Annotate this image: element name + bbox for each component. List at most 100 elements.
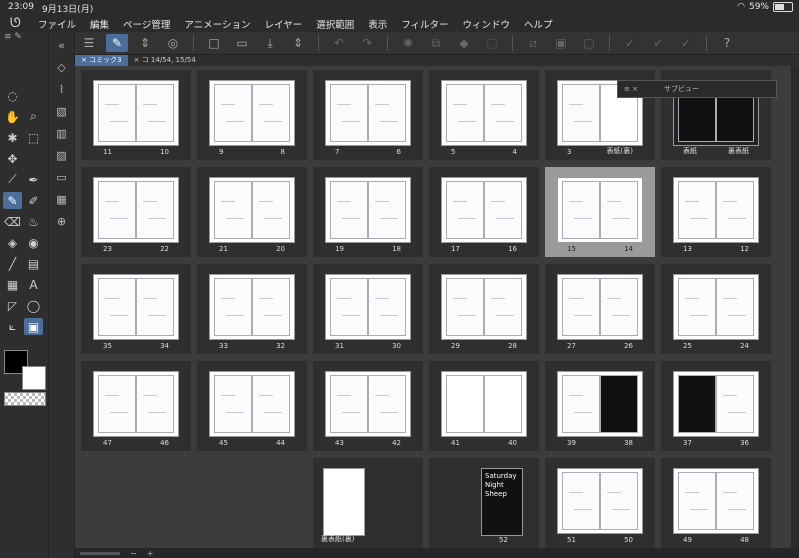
page-spread[interactable]: 19 18 bbox=[313, 167, 423, 257]
lasso-icon[interactable]: ◌ bbox=[3, 87, 22, 104]
open-icon[interactable]: ▭ bbox=[231, 34, 253, 52]
hand-icon[interactable]: ✋ bbox=[3, 108, 22, 125]
page-spread[interactable]: 29 28 bbox=[429, 264, 539, 354]
select-icon[interactable]: ⬚ bbox=[24, 129, 43, 146]
search-icon[interactable]: ⊕ bbox=[53, 212, 71, 230]
text-icon[interactable]: A bbox=[24, 276, 43, 293]
move-icon[interactable]: ✥ bbox=[3, 150, 22, 167]
close-icon[interactable]: × bbox=[134, 56, 140, 64]
pencil-icon[interactable]: ✎ bbox=[3, 192, 22, 209]
page-spread[interactable]: 98 bbox=[197, 70, 307, 160]
correct-line-icon[interactable]: ⟀ bbox=[3, 318, 22, 335]
subview-menu-icon[interactable]: ≡ × bbox=[624, 85, 638, 93]
background-color[interactable] bbox=[22, 366, 46, 390]
copy-icon[interactable]: ⧉ bbox=[425, 34, 447, 52]
page-spread[interactable]: 15 14 bbox=[545, 167, 655, 257]
deselect-icon[interactable]: ⧄ bbox=[522, 34, 544, 52]
vertical-scrollbar[interactable] bbox=[791, 66, 799, 548]
collapse-icon[interactable]: « bbox=[53, 36, 71, 54]
page-spread[interactable]: 49 48 bbox=[661, 458, 771, 548]
menu-window[interactable]: ウィンドウ bbox=[463, 17, 511, 31]
arrows-icon[interactable]: ⇕ bbox=[134, 34, 156, 52]
fill-icon[interactable]: ◈ bbox=[3, 234, 22, 251]
page-spread[interactable]: 27 26 bbox=[545, 264, 655, 354]
page-spread[interactable]: 76 bbox=[313, 70, 423, 160]
redo-icon[interactable]: ↷ bbox=[356, 34, 378, 52]
zoom-out-button[interactable]: − bbox=[130, 549, 137, 558]
ruler-icon[interactable]: ▤ bbox=[24, 255, 43, 272]
eraser-icon[interactable]: ⌫ bbox=[3, 213, 22, 230]
close-icon[interactable]: × bbox=[81, 56, 87, 64]
page-spread[interactable]: 33 32 bbox=[197, 264, 307, 354]
tab-comic[interactable]: × コミック3 bbox=[75, 55, 128, 66]
smudge-icon[interactable]: ◉ bbox=[24, 234, 43, 251]
save-icon[interactable]: ⤓ bbox=[259, 34, 281, 52]
material-icon[interactable]: ▨ bbox=[53, 146, 71, 164]
page-spread[interactable]: 54 bbox=[429, 70, 539, 160]
page-spread[interactable]: 17 16 bbox=[429, 167, 539, 257]
page-spread[interactable]: 21 20 bbox=[197, 167, 307, 257]
page-spread[interactable]: 裏表紙(裏) bbox=[313, 458, 423, 548]
undo-icon[interactable]: ↶ bbox=[328, 34, 350, 52]
timeline-icon[interactable]: ▭ bbox=[53, 168, 71, 186]
line-icon[interactable]: ╱ bbox=[3, 255, 22, 272]
page-spread[interactable]: 25 24 bbox=[661, 264, 771, 354]
page-spread[interactable]: 47 46 bbox=[81, 361, 191, 451]
transform-icon[interactable]: ⬚ bbox=[481, 34, 503, 52]
page-spread[interactable]: 31 30 bbox=[313, 264, 423, 354]
zoom-in-button[interactable]: + bbox=[147, 549, 154, 558]
page-spread[interactable]: 39 38 bbox=[545, 361, 655, 451]
page-spread[interactable]: 41 40 bbox=[429, 361, 539, 451]
menu-edit[interactable]: 編集 bbox=[90, 17, 109, 31]
navigator-icon[interactable]: ▥ bbox=[53, 124, 71, 142]
brush-size-icon[interactable]: ⌇ bbox=[53, 80, 71, 98]
menu-filter[interactable]: フィルター bbox=[401, 17, 448, 31]
layer-property-icon[interactable]: ▧ bbox=[53, 102, 71, 120]
history-icon[interactable]: ▦ bbox=[53, 190, 71, 208]
cloud-icon[interactable]: ◎ bbox=[162, 34, 184, 52]
menu-icon[interactable]: ☰ bbox=[78, 34, 100, 52]
frame-icon[interactable]: ◸ bbox=[3, 297, 22, 314]
fill-icon[interactable]: ◆ bbox=[453, 34, 475, 52]
page-spread[interactable]: 35 34 bbox=[81, 264, 191, 354]
spin-icon[interactable]: ✺ bbox=[397, 34, 419, 52]
menu-help[interactable]: ヘルプ bbox=[524, 17, 553, 31]
page-spread[interactable]: 43 42 bbox=[313, 361, 423, 451]
check-icon[interactable]: ✓ bbox=[619, 34, 641, 52]
subview-panel[interactable]: ≡ × サブビュー bbox=[617, 80, 777, 98]
help-icon[interactable]: ? bbox=[716, 34, 738, 52]
brush-icon[interactable]: ✐ bbox=[24, 192, 43, 209]
edit-page-icon[interactable]: ✎ bbox=[106, 34, 128, 52]
page-spread[interactable]: 23 22 bbox=[81, 167, 191, 257]
order-icon[interactable]: ⇕ bbox=[287, 34, 309, 52]
zoom-slider[interactable] bbox=[80, 551, 120, 555]
menu-file[interactable]: ファイル bbox=[38, 17, 76, 31]
gradient-icon[interactable]: ▦ bbox=[3, 276, 22, 293]
page-spread[interactable]: 37 36 bbox=[661, 361, 771, 451]
sparkle-icon[interactable]: ✱ bbox=[3, 129, 22, 146]
zoom-icon[interactable]: ⌕ bbox=[24, 108, 43, 125]
crop-icon[interactable]: ▢ bbox=[578, 34, 600, 52]
panel-icon[interactable]: ▣ bbox=[24, 318, 43, 335]
page-spread[interactable]: 45 44 bbox=[197, 361, 307, 451]
menu-layer[interactable]: レイヤー bbox=[264, 17, 302, 31]
eyedropper-icon[interactable]: ⟋ bbox=[3, 171, 22, 188]
page-spread[interactable]: 11 10 bbox=[81, 70, 191, 160]
app-logo-icon[interactable]: ᘎ bbox=[10, 16, 30, 31]
check3-icon[interactable]: ✓ bbox=[675, 34, 697, 52]
layers-icon[interactable]: ◇ bbox=[53, 58, 71, 76]
menu-animation[interactable]: アニメーション bbox=[184, 17, 250, 31]
page-spread[interactable]: Saturday Night Sheep 52 bbox=[429, 458, 539, 548]
new-icon[interactable]: □ bbox=[203, 34, 225, 52]
tab-page[interactable]: × コ 14/54, 15/54 bbox=[128, 55, 202, 66]
page-spread[interactable]: 13 12 bbox=[661, 167, 771, 257]
menu-page-management[interactable]: ページ管理 bbox=[123, 17, 170, 31]
pen-icon[interactable]: ✒ bbox=[24, 171, 43, 188]
blend-icon[interactable]: ♨ bbox=[24, 213, 43, 230]
menu-view[interactable]: 表示 bbox=[368, 17, 387, 31]
check2-icon[interactable]: ✓ bbox=[647, 34, 669, 52]
invert-icon[interactable]: ▣ bbox=[550, 34, 572, 52]
balloon-icon[interactable]: ◯ bbox=[24, 297, 43, 314]
page-spread[interactable]: 51 50 bbox=[545, 458, 655, 548]
transparent-color[interactable] bbox=[4, 392, 46, 406]
